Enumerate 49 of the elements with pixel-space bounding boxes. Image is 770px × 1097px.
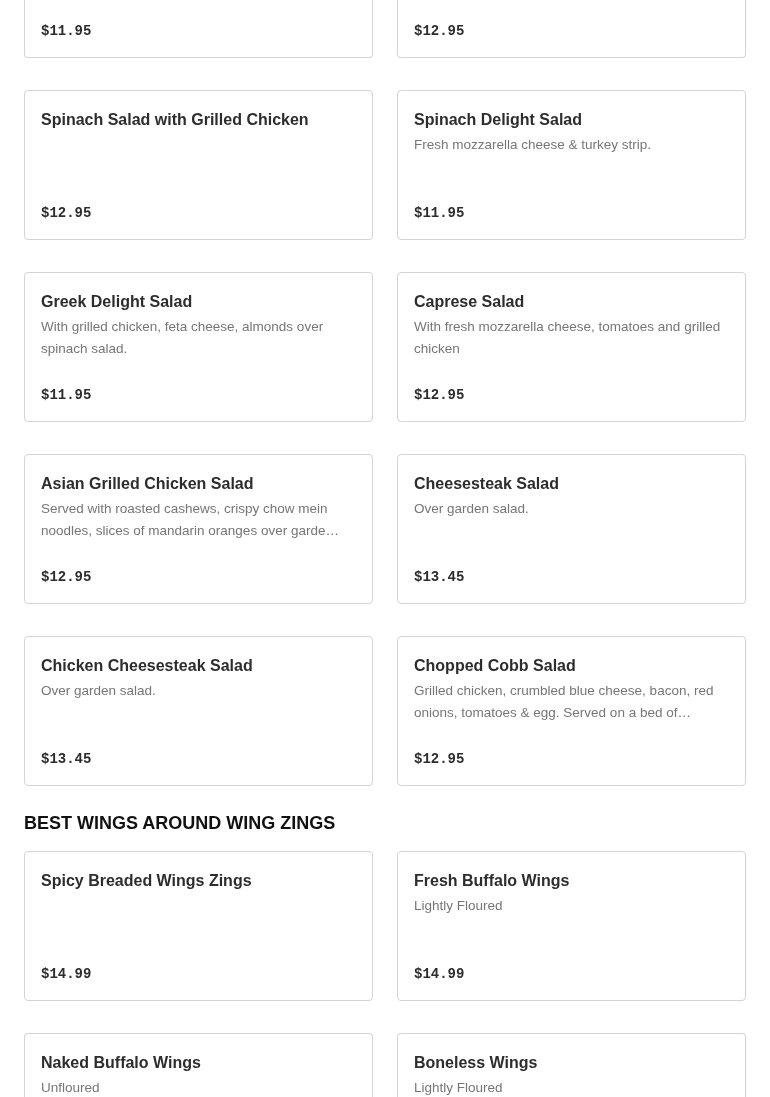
item-name: Caprese Salad [414,292,526,312]
item-price: $12.95 [41,204,93,223]
item-description: Unfloured [41,1079,101,1097]
item-name: Cheesesteak Salad [414,474,560,494]
item-name: Naked Buffalo Wings [41,1053,202,1073]
item-price: $13.45 [41,750,93,769]
menu-item-card[interactable]: Asian Grilled Chicken Salad Served with roasted cashews, crispy chow mein noodles, slices of mandarin oranges over garde… $12.95 [24,454,373,604]
menu-item-card[interactable]: Chopped Cobb Salad Grilled chicken, crumbled blue cheese, bacon, red onions, tomatoes & egg. Served on a bed of… $12.95 [397,636,746,786]
menu-item-card[interactable]: Spinach Salad with Grilled Chicken $12.95 [24,90,373,240]
item-name: Greek Delight Salad [41,292,194,312]
menu-item-card[interactable]: $12.95 [397,0,746,58]
menu-item-card[interactable]: Caprese Salad With fresh mozzarella cheese, tomatoes and grilled chicken $12.95 [397,272,746,422]
menu-item-card[interactable]: Spinach Delight Salad Fresh mozzarella cheese & turkey strip. $11.95 [397,90,746,240]
item-name: Asian Grilled Chicken Salad [41,474,255,494]
menu-item-card[interactable]: Cheesesteak Salad Over garden salad. $13.45 [397,454,746,604]
item-price: $11.95 [41,22,93,41]
item-description: With fresh mozzarella cheese, tomatoes and grilled chicken [414,318,722,358]
item-description: Over garden salad. [414,500,530,518]
section-heading: BEST WINGS AROUND WING ZINGS [24,812,337,835]
item-description: Lightly Floured [414,1079,504,1097]
item-price: $11.95 [41,386,93,405]
menu-item-card[interactable]: Boneless Wings Lightly Floured [397,1033,746,1097]
item-price: $12.95 [414,386,466,405]
item-price: $12.95 [41,568,93,587]
item-description: Grilled chicken, crumbled blue cheese, bacon, red onions, tomatoes & egg. Served on a bed of… [414,682,715,722]
item-price: $14.99 [41,965,93,984]
menu-item-card[interactable]: Greek Delight Salad With grilled chicken, feta cheese, almonds over spinach salad. $11.95 [24,272,373,422]
item-name: Spinach Salad with Grilled Chicken [41,110,310,130]
item-price: $12.95 [414,22,466,41]
item-name: Chopped Cobb Salad [414,656,577,676]
item-description: Served with roasted cashews, crispy chow mein noodles, slices of mandarin oranges over garde… [41,500,340,540]
menu-item-card[interactable]: Chicken Cheesesteak Salad Over garden salad. $13.45 [24,636,373,786]
menu-item-card[interactable]: Naked Buffalo Wings Unfloured [24,1033,373,1097]
item-description: Fresh mozzarella cheese & turkey strip. [414,136,653,154]
item-description: With grilled chicken, feta cheese, almonds over spinach salad. [41,318,325,358]
item-name: Fresh Buffalo Wings [414,871,571,891]
item-name: Boneless Wings [414,1053,539,1073]
item-price: $14.99 [414,965,466,984]
item-price: $13.45 [414,568,466,587]
item-price: $12.95 [414,750,466,769]
menu-item-card[interactable]: $11.95 [24,0,373,58]
item-description: Lightly Floured [414,897,504,915]
item-description: Over garden salad. [41,682,157,700]
item-price: $11.95 [414,204,466,223]
item-name: Chicken Cheesesteak Salad [41,656,254,676]
item-name: Spinach Delight Salad [414,110,584,130]
menu-item-card[interactable]: Fresh Buffalo Wings Lightly Floured $14.99 [397,851,746,1001]
item-name: Spicy Breaded Wings Zings [41,871,253,891]
menu-item-card[interactable]: Spicy Breaded Wings Zings $14.99 [24,851,373,1001]
